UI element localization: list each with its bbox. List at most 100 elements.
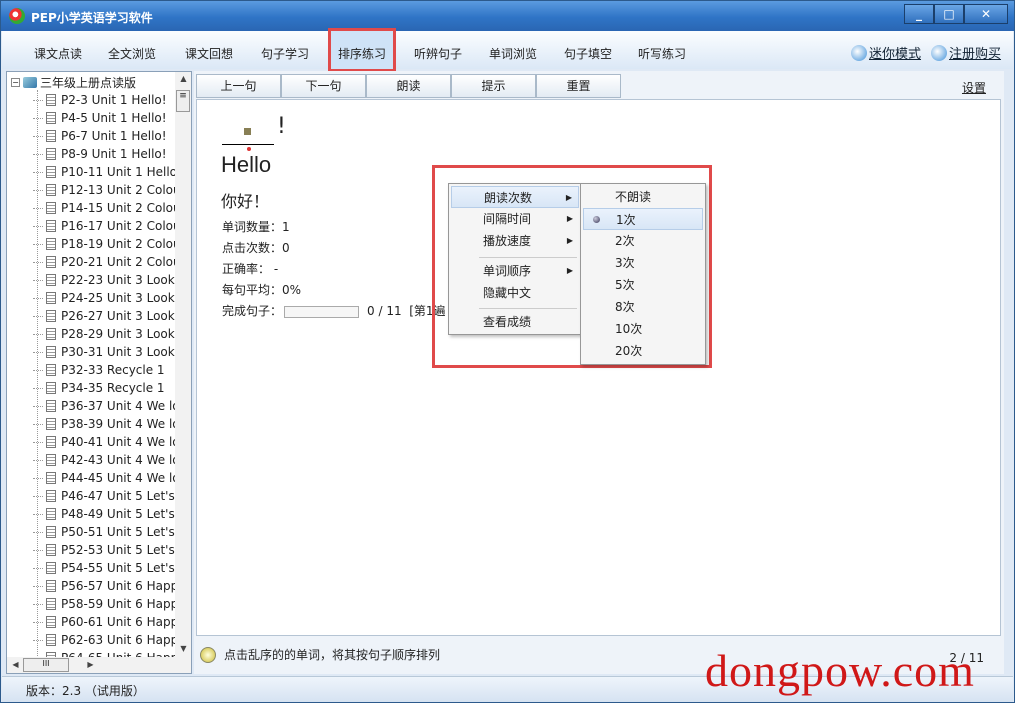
tree-item[interactable]: P28-29 Unit 3 Look at me [33,325,175,343]
tree-connector [33,621,43,623]
submenu-item[interactable]: 20次 [583,340,703,362]
settings-link[interactable]: 设置 [962,79,986,96]
menu-read-count[interactable]: 朗读次数 ▶ [451,186,579,208]
tree-item[interactable]: P54-55 Unit 5 Let's eat [33,559,175,577]
scroll-left-icon[interactable]: ◀ [7,660,24,669]
nav-kewen-huixiang[interactable]: 课文回想 [185,45,233,62]
tree-item[interactable]: P26-27 Unit 3 Look at me [33,307,175,325]
tree-item[interactable]: P32-33 Recycle 1 [33,361,165,379]
tree-item-label: P30-31 Unit 3 Look at me [61,345,175,359]
tree-connector [33,207,43,209]
menu-speed[interactable]: 播放速度 ▶ [451,230,579,252]
nav-danci-liulan[interactable]: 单词浏览 [489,45,537,62]
tree-item[interactable]: P18-19 Unit 2 Colours [33,235,175,253]
tree-item[interactable]: P50-51 Unit 5 Let's eat [33,523,175,541]
read-aloud-button[interactable]: 朗读 [366,74,451,98]
tree-item-label: P26-27 Unit 3 Look at me [61,309,175,323]
tree-item[interactable]: P16-17 Unit 2 Colours [33,217,175,235]
tree-connector [33,585,43,587]
tree-connector [33,405,43,407]
tree-item[interactable]: P34-35 Recycle 1 [33,379,165,397]
tree-item[interactable]: P48-49 Unit 5 Let's eat [33,505,175,523]
close-button[interactable]: ✕ [964,4,1008,24]
nav-kewen-diandu[interactable]: 课文点读 [34,45,82,62]
tree-root[interactable]: − 三年级上册点读版 [11,74,136,91]
prev-sentence-button[interactable]: 上一句 [196,74,281,98]
tree-item[interactable]: P24-25 Unit 3 Look at me [33,289,175,307]
tree-item[interactable]: P6-7 Unit 1 Hello! [33,127,167,145]
tree-connector [33,297,43,299]
tree-item[interactable]: P12-13 Unit 2 Colours [33,181,175,199]
tree-item[interactable]: P22-23 Unit 3 Look at me [33,271,175,289]
scroll-thumb[interactable]: ≡ [176,90,190,112]
nav-juzi-tiankong[interactable]: 句子填空 [564,45,612,62]
submenu-item-label: 5次 [615,278,635,292]
hint-button[interactable]: 提示 [451,74,536,98]
nav-paixu-lianxi[interactable]: 排序练习 [328,28,397,72]
document-icon [46,562,56,574]
word-count: 单词数量：1 [222,220,290,234]
tree-item[interactable]: P44-45 Unit 4 We love animals [33,469,175,487]
answer-slot[interactable] [222,120,274,151]
tree-connector [33,513,43,515]
horizontal-scrollbar[interactable]: ◀ III ▶ [7,657,191,673]
tree-item[interactable]: P46-47 Unit 5 Let's eat [33,487,175,505]
menu-interval[interactable]: 间隔时间 ▶ [451,208,579,230]
tree-item[interactable]: P52-53 Unit 5 Let's eat [33,541,175,559]
document-icon [46,418,56,430]
next-sentence-button[interactable]: 下一句 [281,74,366,98]
tree-connector [33,441,43,443]
submenu-item[interactable]: 2次 [583,230,703,252]
tree-item[interactable]: P62-63 Unit 6 Happy birthday [33,631,175,649]
tree-item[interactable]: P14-15 Unit 2 Colours [33,199,175,217]
reset-button[interactable]: 重置 [536,74,621,98]
nav-quanwen-liulan[interactable]: 全文浏览 [108,45,156,62]
average: 每句平均：0% [222,283,302,297]
tree-item[interactable]: P38-39 Unit 4 We love animals [33,415,175,433]
tree-item[interactable]: P30-31 Unit 3 Look at me [33,343,175,361]
document-icon [46,580,56,592]
document-icon [46,274,56,286]
tree-item[interactable]: P10-11 Unit 1 Hello! [33,163,175,181]
submenu-item[interactable]: 3次 [583,252,703,274]
menu-word-order[interactable]: 单词顺序 ▶ [451,260,579,282]
tree-item[interactable]: P64-65 Unit 6 Happy birthday [33,649,175,657]
submenu-item[interactable]: 1次 [583,208,703,230]
collapse-icon[interactable]: − [11,78,20,87]
document-icon [46,148,56,160]
book-icon [23,77,37,88]
submenu-item[interactable]: 8次 [583,296,703,318]
scroll-up-icon[interactable]: ▲ [175,74,191,83]
menu-label: 朗读次数 [484,191,533,205]
maximize-button[interactable]: □ [934,4,964,24]
scroll-down-icon[interactable]: ▼ [175,644,191,653]
tree-item[interactable]: P40-41 Unit 4 We love animals [33,433,175,451]
nav-tingxie-lianxi[interactable]: 听写练习 [638,45,686,62]
mini-mode-label: 迷你模式 [869,47,922,62]
document-icon [46,328,56,340]
submenu-item[interactable]: 不朗读 [583,186,703,208]
tree-item[interactable]: P4-5 Unit 1 Hello! [33,109,167,127]
tree-item[interactable]: P56-57 Unit 6 Happy birthday [33,577,175,595]
tree-item[interactable]: P2-3 Unit 1 Hello! [33,91,167,109]
tree-item[interactable]: P20-21 Unit 2 Colours [33,253,175,271]
submenu-item[interactable]: 10次 [583,318,703,340]
minimize-button[interactable]: _ [904,4,934,24]
tree-item[interactable]: P36-37 Unit 4 We love animals [33,397,175,415]
nav-juzi-xuexi[interactable]: 句子学习 [261,45,309,62]
submenu-item-label: 10次 [615,322,643,336]
scrambled-word[interactable]: Hello [221,152,271,178]
hscroll-thumb[interactable]: III [23,658,69,672]
menu-hide-chinese[interactable]: 隐藏中文 [451,282,579,304]
tree-item[interactable]: P60-61 Unit 6 Happy birthday [33,613,175,631]
scroll-right-icon[interactable]: ▶ [82,660,99,669]
submenu-item[interactable]: 5次 [583,274,703,296]
register-link[interactable]: 注册购买 [931,43,1001,62]
nav-tingbian-juzi[interactable]: 听辨句子 [414,45,462,62]
mini-mode-link[interactable]: 迷你模式 [851,43,921,62]
vertical-scrollbar[interactable]: ▲ ≡ ▼ [175,72,191,657]
tree-item[interactable]: P42-43 Unit 4 We love animals [33,451,175,469]
menu-view-score[interactable]: 查看成绩 [451,311,579,333]
tree-item[interactable]: P58-59 Unit 6 Happy birthday [33,595,175,613]
tree-item[interactable]: P8-9 Unit 1 Hello! [33,145,167,163]
